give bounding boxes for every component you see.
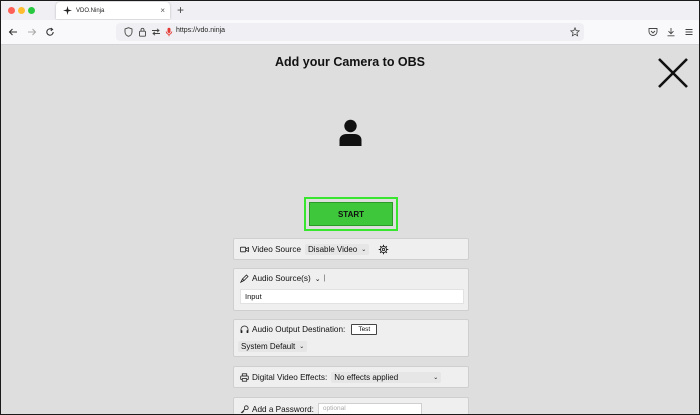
video-source-row: Video Source Disable Video ⌄ xyxy=(240,244,389,255)
audio-output-label: Audio Output Destination: xyxy=(252,325,346,334)
url-bar[interactable]: https://vdo.ninja xyxy=(116,23,584,41)
password-placeholder: optional xyxy=(322,405,346,412)
tab-bar: VDO.Ninja × + xyxy=(1,1,699,20)
test-audio-button[interactable]: Test xyxy=(351,324,378,335)
user-avatar-icon xyxy=(338,119,363,147)
chevron-down-icon: ⌄ xyxy=(299,344,305,350)
chevron-down-icon[interactable]: ⌄ xyxy=(315,275,321,283)
password-row: Add a Password: optional xyxy=(240,403,422,414)
reload-icon[interactable] xyxy=(44,26,56,38)
audio-sources-row[interactable]: Audio Source(s) ⌄ | xyxy=(240,274,325,283)
audio-sources-card: Audio Source(s) ⌄ | Input xyxy=(233,268,469,311)
page-content: Add your Camera to OBS START Video Sourc… xyxy=(1,45,699,414)
audio-output-select[interactable]: System Default ⌄ xyxy=(238,341,308,352)
password-card: Add a Password: optional xyxy=(233,397,469,414)
microphone-icon[interactable] xyxy=(163,26,175,38)
password-label: Add a Password: xyxy=(252,404,314,414)
browser-tab[interactable]: VDO.Ninja × xyxy=(56,2,170,19)
window-minimize-dot[interactable] xyxy=(18,7,25,14)
video-effects-row: Digital Video Effects: No effects applie… xyxy=(240,372,442,383)
bookmark-star-icon[interactable] xyxy=(569,26,581,38)
effects-printer-icon xyxy=(240,373,249,382)
browser-window: VDO.Ninja × + https://vdo.ninja Add your… xyxy=(0,0,700,415)
audio-output-value: System Default xyxy=(241,342,296,351)
video-effects-label: Digital Video Effects: xyxy=(252,373,328,382)
audio-source-select[interactable]: Input xyxy=(240,289,464,304)
audio-sources-label: Audio Source(s) xyxy=(252,274,311,283)
window-close-dot[interactable] xyxy=(8,7,15,14)
audio-level-bar-icon: | xyxy=(323,275,326,282)
lock-icon[interactable] xyxy=(136,26,148,38)
forward-icon[interactable] xyxy=(26,26,38,38)
downloads-icon[interactable] xyxy=(665,26,677,38)
audio-output-select-row: System Default ⌄ xyxy=(238,341,308,352)
video-effects-card: Digital Video Effects: No effects applie… xyxy=(233,366,469,388)
permissions-icon[interactable] xyxy=(150,26,162,38)
video-effects-value: No effects applied xyxy=(334,373,399,382)
menu-icon[interactable] xyxy=(683,26,695,38)
audio-source-value: Input xyxy=(245,292,262,301)
back-icon[interactable] xyxy=(7,26,19,38)
audio-output-row: Audio Output Destination: Test xyxy=(240,324,378,335)
video-source-card: Video Source Disable Video ⌄ xyxy=(233,238,469,260)
chevron-down-icon: ⌄ xyxy=(361,247,367,253)
password-input[interactable]: optional xyxy=(317,403,422,414)
video-source-select[interactable]: Disable Video ⌄ xyxy=(305,244,370,255)
video-source-label: Video Source xyxy=(252,245,302,254)
nav-bar: https://vdo.ninja xyxy=(1,20,699,45)
close-icon[interactable] xyxy=(656,56,690,90)
start-button[interactable]: START xyxy=(309,202,393,226)
gear-icon[interactable] xyxy=(378,244,389,255)
microphone-icon xyxy=(240,274,249,283)
video-effects-select[interactable]: No effects applied ⌄ xyxy=(331,372,442,383)
shield-icon[interactable] xyxy=(122,26,134,38)
video-source-value: Disable Video xyxy=(308,245,358,254)
tab-title: VDO.Ninja xyxy=(76,7,105,14)
new-tab-button[interactable]: + xyxy=(177,3,184,17)
chevron-down-icon: ⌄ xyxy=(433,375,439,381)
key-icon xyxy=(240,404,249,414)
video-camera-icon xyxy=(240,245,249,254)
window-zoom-dot[interactable] xyxy=(28,7,35,14)
tab-close-icon[interactable]: × xyxy=(160,6,165,15)
start-button-highlight: START xyxy=(304,197,398,231)
audio-output-card: Audio Output Destination: Test System De… xyxy=(233,319,469,357)
headphones-icon xyxy=(240,325,249,334)
page-title: Add your Camera to OBS xyxy=(274,55,426,69)
pocket-icon[interactable] xyxy=(647,26,659,38)
ninja-star-icon xyxy=(62,6,72,16)
url-text: https://vdo.ninja xyxy=(176,27,226,34)
